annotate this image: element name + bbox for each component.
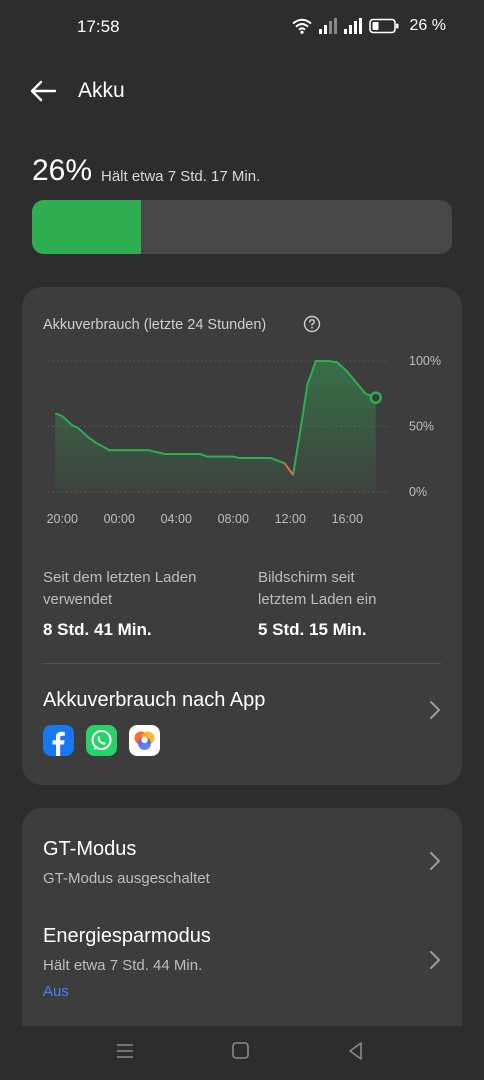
power-saving-subtitle: Hält etwa 7 Std. 44 Min.: [43, 957, 203, 974]
signal-icon: [318, 18, 337, 34]
modes-card: GT-Modus GT-Modus ausgeschaltet Energies…: [22, 808, 462, 1026]
header: Akku: [0, 68, 484, 114]
home-icon[interactable]: [230, 1040, 252, 1062]
battery-estimate: Hält etwa 7 Std. 17 Min.: [101, 168, 261, 185]
chevron-right-icon: [430, 852, 440, 870]
stat-label-usage-line1: Seit dem letzten Laden: [43, 569, 197, 586]
chart-x-tick-label: 16:00: [332, 512, 363, 526]
gt-mode-row[interactable]: GT-Modus GT-Modus ausgeschaltet: [22, 808, 462, 898]
chart-y-tick-label: 50%: [409, 420, 434, 434]
gt-mode-subtitle: GT-Modus ausgeschaltet: [43, 870, 210, 887]
app-usage-row[interactable]: Akkuverbrauch nach App: [22, 665, 462, 775]
chevron-right-icon: [430, 701, 440, 719]
stat-value-usage: 8 Std. 41 Min.: [43, 620, 152, 639]
power-saving-state[interactable]: Aus: [43, 983, 69, 1000]
chart-current-marker: [369, 391, 382, 404]
stat-label-usage-line2: verwendet: [43, 591, 113, 608]
chart-y-tick-label: 100%: [409, 354, 441, 368]
battery-level-bar: [32, 200, 452, 254]
status-battery-percent: 26 %: [409, 17, 446, 34]
app-usage-title: Akkuverbrauch nach App: [43, 689, 266, 711]
stat-label-screen-line2: letztem Laden ein: [258, 591, 377, 608]
status-time: 17:58: [77, 17, 120, 36]
menu-icon[interactable]: [114, 1040, 136, 1062]
chart-x-tick-label: 00:00: [104, 512, 135, 526]
whatsapp-icon: [86, 725, 117, 756]
app-icons: [43, 725, 160, 756]
chart-x-tick-label: 12:00: [275, 512, 306, 526]
status-bar: 17:58 26 %: [0, 0, 484, 56]
chart-y-tick-label: 0%: [409, 485, 427, 499]
status-icons: 26 %: [291, 17, 446, 35]
power-saving-title: Energiesparmodus: [43, 925, 211, 947]
chevron-right-icon: [430, 951, 440, 969]
chart-x-tick-label: 20:00: [47, 512, 78, 526]
back-arrow-icon[interactable]: [28, 78, 58, 104]
stat-value-screen: 5 Std. 15 Min.: [258, 620, 367, 639]
divider: [43, 663, 441, 664]
battery-usage-chart: 100% 50% 0% 20:00 00:00 04:00 08:00 12:00 16:00: [47, 354, 441, 526]
wifi-icon: [291, 18, 312, 34]
power-saving-mode-row[interactable]: Energiesparmodus Hält etwa 7 Std. 44 Min…: [22, 900, 462, 1020]
facebook-icon: [43, 725, 74, 756]
battery-usage-card: Akkuverbrauch (letzte 24 Stunden) 100% 50…: [22, 287, 462, 785]
battery-icon: [368, 18, 399, 34]
page-title: Akku: [78, 79, 125, 102]
battery-percentage: 26%: [32, 154, 93, 187]
gallery-app-icon: [129, 725, 160, 756]
signal-icon-2: [343, 18, 362, 34]
chart-x-tick-label: 08:00: [218, 512, 249, 526]
stat-label-screen-line1: Bildschirm seit: [258, 569, 355, 586]
chart-x-tick-label: 04:00: [161, 512, 192, 526]
battery-level-fill: [32, 200, 142, 254]
navigation-bar: [0, 1026, 484, 1080]
gt-mode-title: GT-Modus: [43, 838, 137, 860]
back-icon[interactable]: [345, 1040, 367, 1062]
